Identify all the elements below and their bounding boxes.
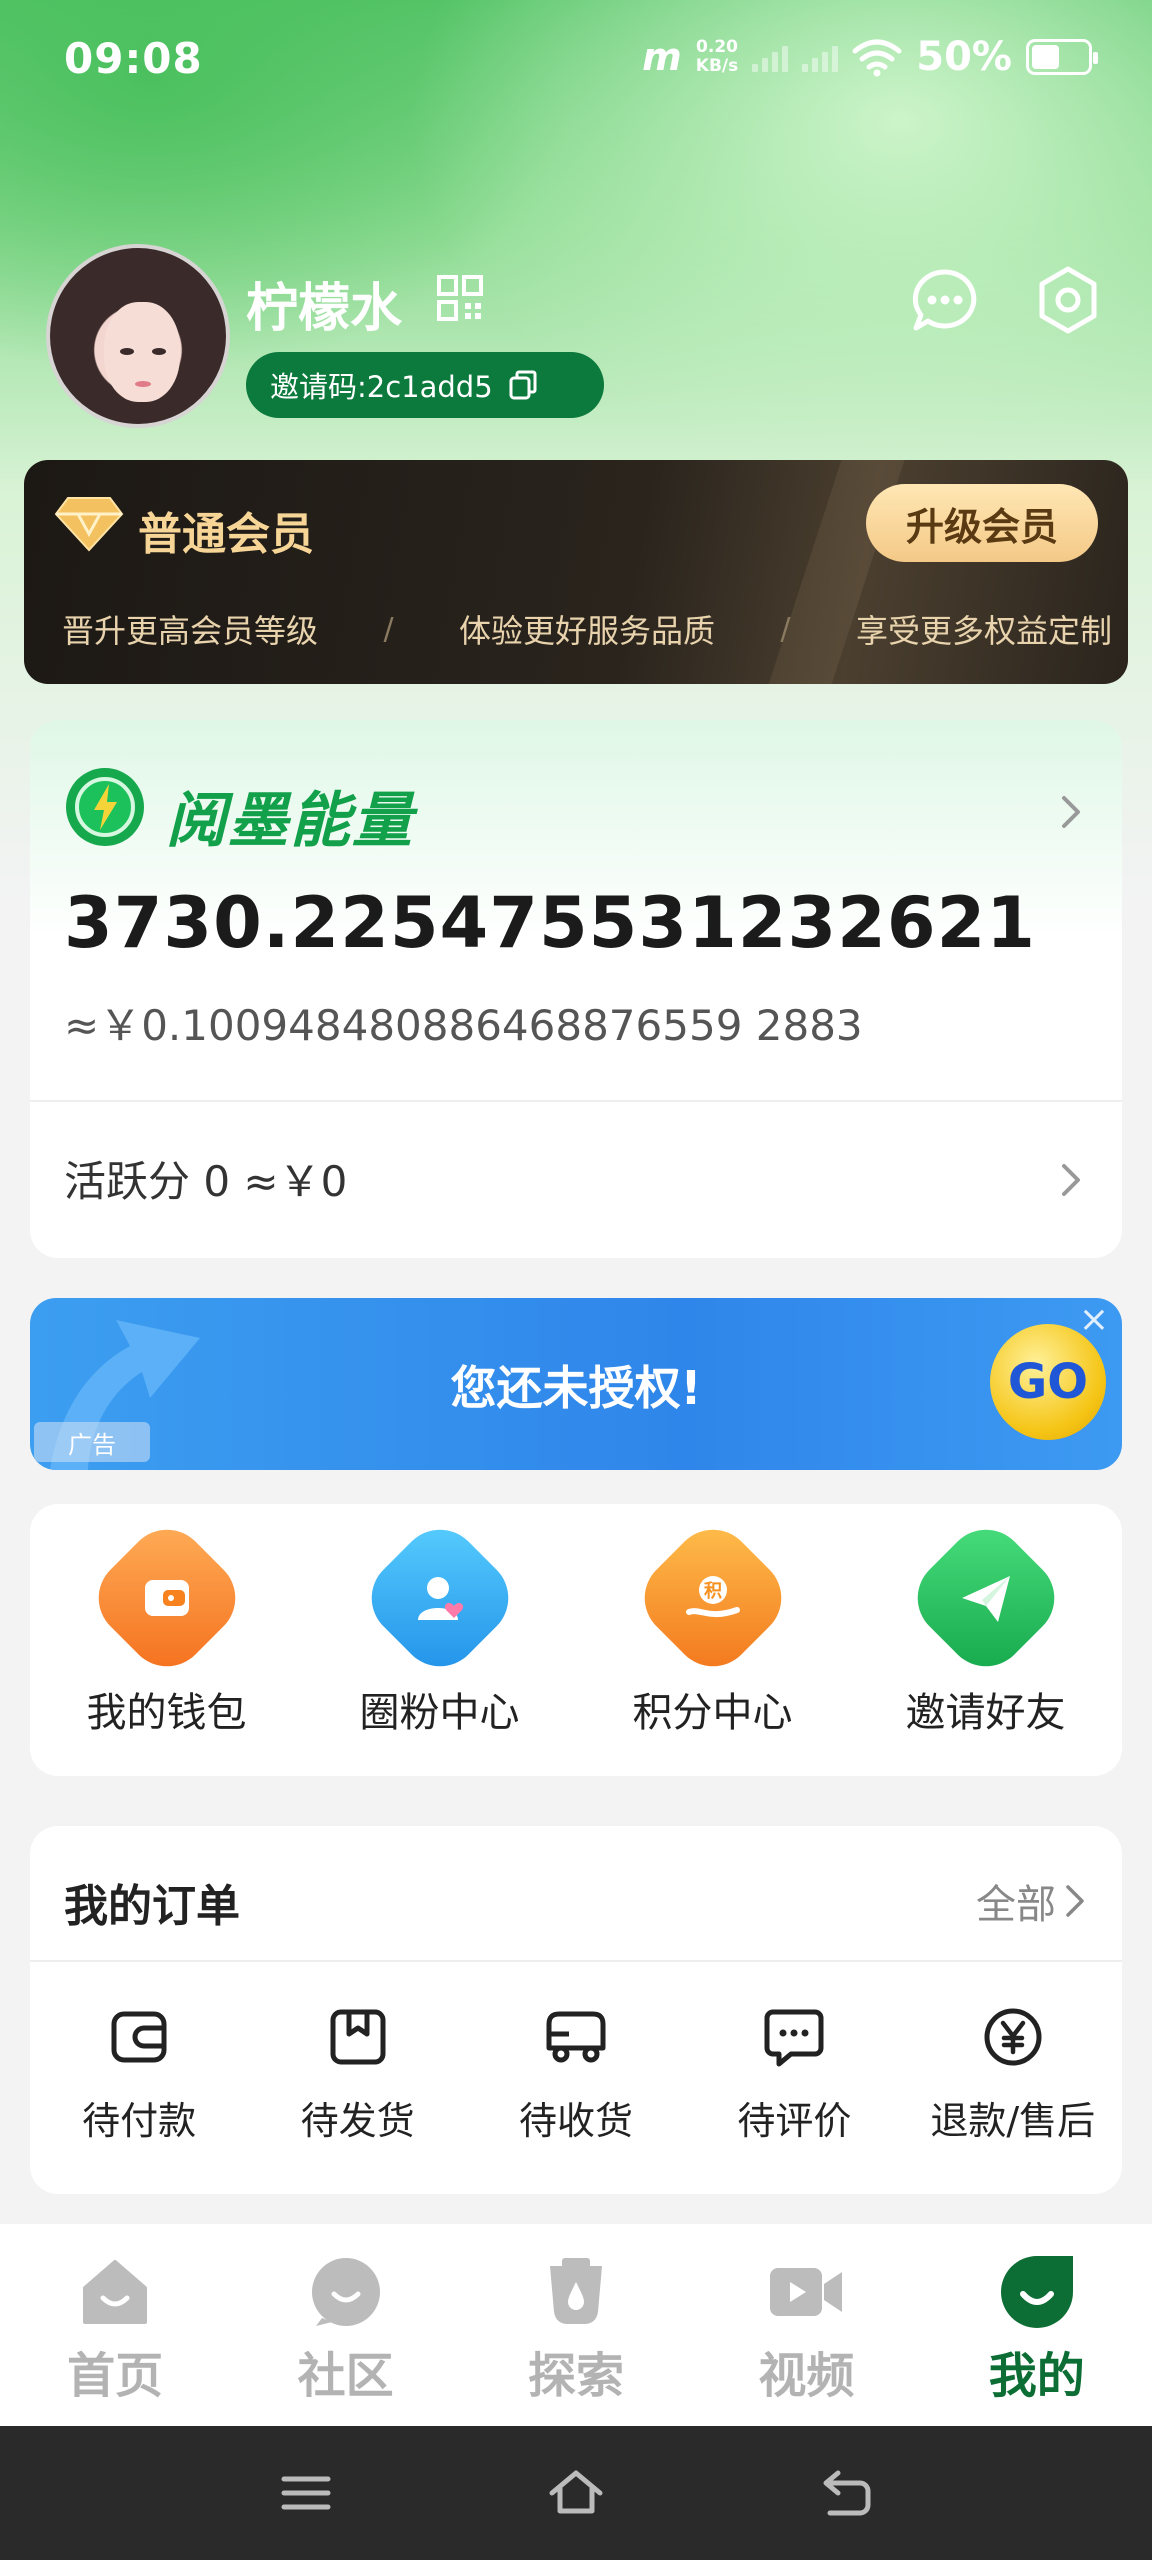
order-refund[interactable]: 退款/售后: [913, 2004, 1113, 2145]
energy-rmb-equivalent: ≈￥0.100948480886468876559 2883: [64, 1001, 863, 1050]
chevron-right-icon[interactable]: [1056, 1160, 1086, 1200]
back-icon[interactable]: [816, 2463, 876, 2523]
invite-code: 邀请码:2c1add5: [270, 370, 493, 404]
perk-item: 体验更好服务品质: [458, 612, 715, 650]
chevron-right-icon[interactable]: [1056, 792, 1086, 832]
home-nav-icon[interactable]: [546, 2463, 606, 2523]
qr-code-icon[interactable]: [436, 274, 484, 322]
message-icon[interactable]: [910, 266, 980, 336]
order-pending-review[interactable]: 待评价: [694, 2004, 894, 2145]
energy-logo-icon: [66, 768, 144, 846]
invite-code-button[interactable]: 邀请码:2c1add5: [246, 352, 604, 418]
member-card[interactable]: 普通会员 升级会员 晋升更高会员等级 / 体验更好服务品质 / 享受更多权益定制: [24, 460, 1128, 684]
yen-icon: [984, 2008, 1042, 2066]
close-icon[interactable]: ×: [1076, 1302, 1112, 1338]
tab-home[interactable]: 首页: [15, 2224, 215, 2426]
battery-percent: 50%: [916, 34, 1012, 80]
signal-icon-2: [802, 42, 839, 72]
divider: [30, 1960, 1122, 1962]
ad-banner[interactable]: 您还未授权! GO × 广告: [30, 1298, 1122, 1470]
quick-item-wallet[interactable]: 我的钱包: [57, 1513, 277, 1738]
battery-icon: [1026, 39, 1098, 75]
signal-icon: [752, 42, 789, 72]
tab-community[interactable]: 社区: [246, 2224, 446, 2426]
order-pending-shipment[interactable]: 待发货: [258, 2004, 458, 2145]
ad-text: 您还未授权!: [450, 1361, 702, 1415]
mine-icon: [1000, 2256, 1073, 2328]
ad-label: 广告: [34, 1422, 150, 1462]
box-icon: [330, 2009, 386, 2065]
perk-separator: /: [383, 611, 394, 647]
explore-icon: [549, 2258, 602, 2324]
chevron-right-icon: [1066, 1885, 1084, 1917]
orders-card: 我的订单 全部 待付款 待发货 待收货 待评价 退款/售后: [30, 1826, 1122, 2194]
perk-item: 晋升更高会员等级: [62, 612, 319, 650]
energy-card: 阅墨能量 3730.225475531232621 ≈￥0.1009484808…: [30, 720, 1122, 1258]
copy-icon: [509, 370, 537, 400]
order-status-row: 待付款 待发货 待收货 待评价 退款/售后: [30, 2004, 1122, 2145]
orders-all-link[interactable]: 全部: [976, 1872, 1088, 1930]
order-pending-payment[interactable]: 待付款: [39, 2004, 239, 2145]
settings-icon[interactable]: [1032, 264, 1104, 336]
points-icon: 积: [627, 1513, 798, 1683]
wallet-outline-icon: [111, 2011, 167, 2063]
avatar[interactable]: [46, 244, 230, 428]
order-pending-receipt[interactable]: 待收货: [476, 2004, 676, 2145]
truck-icon: [546, 2011, 606, 2063]
energy-value: 3730.225475531232621: [64, 882, 1037, 964]
quick-item-points[interactable]: 积 积分中心: [603, 1513, 823, 1738]
member-level: 普通会员: [138, 509, 314, 560]
send-icon: [900, 1513, 1071, 1683]
tab-mine[interactable]: 我的: [937, 2224, 1137, 2426]
status-bar: 09:08 m 0.20 KB/s 50%: [0, 0, 1152, 124]
quick-functions: 我的钱包 圈粉中心 积 积分中心 邀请好友: [30, 1504, 1122, 1776]
active-score[interactable]: 活跃分 0 ≈￥0: [64, 1148, 347, 1209]
status-time: 09:08: [64, 34, 203, 83]
perk-item: 享受更多权益定制: [855, 612, 1112, 650]
svg-text:积: 积: [704, 1581, 722, 1602]
tab-video[interactable]: 视频: [706, 2224, 906, 2426]
status-indicators: m 0.20 KB/s 50%: [642, 34, 1098, 80]
carrier-icon: m: [642, 35, 682, 79]
menu-icon[interactable]: [276, 2463, 336, 2523]
video-icon: [770, 2268, 843, 2316]
energy-title: 阅墨能量: [166, 786, 414, 856]
net-speed: 0.20 KB/s: [695, 37, 739, 76]
tab-explore[interactable]: 探索: [476, 2224, 676, 2426]
community-icon: [311, 2258, 380, 2326]
system-nav-bar: [0, 2426, 1152, 2560]
perk-separator: /: [780, 611, 791, 647]
wallet-icon: [81, 1513, 252, 1683]
quick-item-fans[interactable]: 圈粉中心: [330, 1513, 550, 1738]
chat-icon: [764, 2009, 824, 2067]
home-icon: [83, 2260, 148, 2324]
diamond-icon: [54, 497, 124, 552]
fans-icon: [354, 1513, 525, 1683]
wifi-icon: [852, 39, 902, 77]
divider: [30, 1100, 1122, 1102]
bottom-tab-bar: 首页 社区 探索 视频 我的: [0, 2224, 1152, 2426]
orders-title: 我的订单: [64, 1881, 240, 1932]
quick-item-invite[interactable]: 邀请好友: [876, 1513, 1096, 1738]
member-perks: 晋升更高会员等级 / 体验更好服务品质 / 享受更多权益定制: [62, 606, 1112, 652]
upgrade-member-button[interactable]: 升级会员: [866, 484, 1098, 562]
username: 柠檬水: [246, 279, 403, 339]
ad-go-button[interactable]: GO: [990, 1324, 1106, 1440]
